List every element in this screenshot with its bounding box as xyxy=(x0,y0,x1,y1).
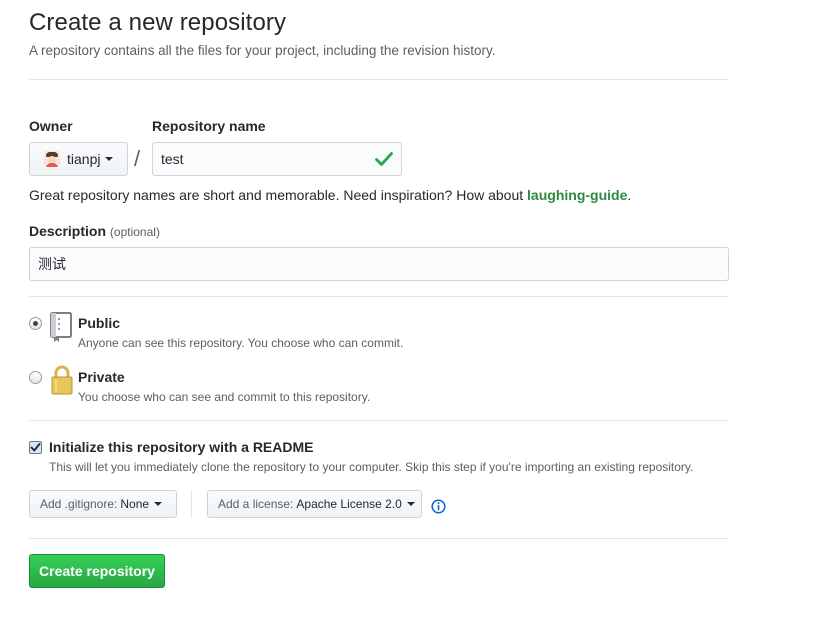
optional-tag: (optional) xyxy=(109,225,160,239)
private-radio[interactable] xyxy=(29,371,42,384)
owner-repo-separator: / xyxy=(134,146,141,171)
new-repository-page: Create a new repository A repository con… xyxy=(0,0,813,620)
owner-dropdown[interactable]: tianpj xyxy=(29,142,128,176)
divider xyxy=(29,296,728,297)
divider xyxy=(29,420,728,421)
page-subtitle: A repository contains all the files for … xyxy=(29,43,496,58)
readme-description: This will let you immediately clone the … xyxy=(49,460,694,474)
owner-label: Owner xyxy=(29,118,73,134)
repository-name-input[interactable] xyxy=(152,142,402,176)
readme-label[interactable]: Initialize this repository with a README xyxy=(49,439,313,455)
repository-name-hint: Great repository names are short and mem… xyxy=(29,187,632,203)
gitignore-dropdown[interactable]: Add .gitignore: None xyxy=(29,490,177,518)
dropdown-separator xyxy=(191,490,192,518)
divider xyxy=(29,79,728,80)
public-radio[interactable] xyxy=(29,317,42,330)
repository-name-label: Repository name xyxy=(152,118,266,134)
description-input[interactable] xyxy=(29,247,729,281)
check-icon xyxy=(375,152,393,166)
public-description: Anyone can see this repository. You choo… xyxy=(78,336,404,350)
license-dropdown[interactable]: Add a license: Apache License 2.0 xyxy=(207,490,422,518)
divider xyxy=(29,538,728,539)
page-title: Create a new repository xyxy=(29,9,287,36)
chevron-down-icon xyxy=(105,157,114,161)
private-title: Private xyxy=(78,369,125,385)
owner-name: tianpj xyxy=(67,151,101,167)
create-repository-button[interactable]: Create repository xyxy=(29,554,165,588)
chevron-down-icon xyxy=(406,502,415,506)
info-icon[interactable] xyxy=(431,499,446,514)
description-label: Description (optional) xyxy=(29,223,160,239)
suggested-name-link[interactable]: laughing-guide xyxy=(527,187,627,203)
repo-book-icon xyxy=(50,312,72,342)
private-description: You choose who can see and commit to thi… xyxy=(78,390,371,404)
readme-checkbox[interactable] xyxy=(29,441,42,454)
chevron-down-icon xyxy=(154,502,163,506)
lock-icon xyxy=(51,365,73,395)
public-title: Public xyxy=(78,315,121,331)
owner-avatar xyxy=(44,151,60,167)
checkmark-icon xyxy=(30,443,41,452)
